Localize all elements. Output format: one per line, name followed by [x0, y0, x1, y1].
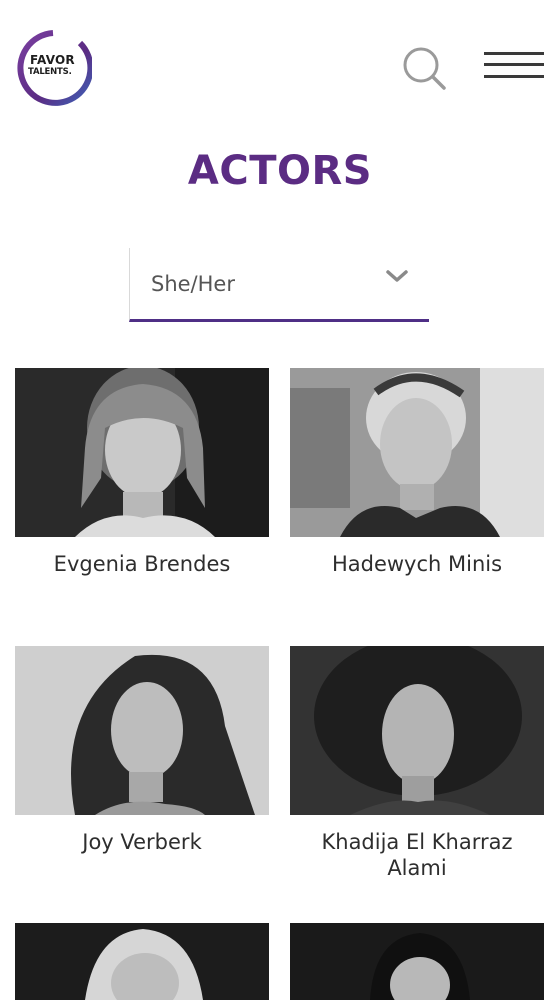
actor-photo[interactable]	[15, 646, 269, 815]
actor-photo[interactable]	[290, 923, 544, 1000]
actor-card[interactable]: Evgenia Brendes	[15, 368, 269, 598]
page: FAVOR TALENTS. ACTORS She/Her Evgenia Br…	[0, 0, 560, 1000]
actor-name[interactable]: Evgenia Brendes	[15, 551, 269, 577]
actor-card[interactable]: Hadewych Minis	[290, 368, 544, 598]
actor-card[interactable]: Khadija El Kharraz Alami	[290, 646, 544, 896]
favor-talents-logo[interactable]: FAVOR TALENTS.	[14, 29, 92, 107]
search-button[interactable]	[400, 44, 448, 92]
chevron-down-icon	[386, 270, 408, 282]
filter-selected-value: She/Her	[151, 272, 235, 296]
actor-card[interactable]	[290, 923, 544, 1000]
hamburger-menu-button[interactable]	[482, 50, 546, 82]
hamburger-menu-icon	[484, 52, 544, 55]
actor-name[interactable]: Khadija El Kharraz Alami	[290, 829, 544, 881]
actor-photo[interactable]	[290, 646, 544, 815]
actor-photo[interactable]	[15, 923, 269, 1000]
search-icon	[403, 47, 446, 90]
actor-name[interactable]: Hadewych Minis	[290, 551, 544, 577]
page-title: ACTORS	[187, 148, 373, 194]
actor-photo[interactable]	[15, 368, 269, 537]
pronoun-filter-select[interactable]: She/Her	[129, 248, 429, 322]
actor-photo[interactable]	[290, 368, 544, 537]
actor-card[interactable]	[15, 923, 269, 1000]
logo-wordmark: FAVOR TALENTS.	[28, 53, 75, 77]
actor-name[interactable]: Joy Verberk	[15, 829, 269, 855]
actor-card[interactable]: Joy Verberk	[15, 646, 269, 896]
